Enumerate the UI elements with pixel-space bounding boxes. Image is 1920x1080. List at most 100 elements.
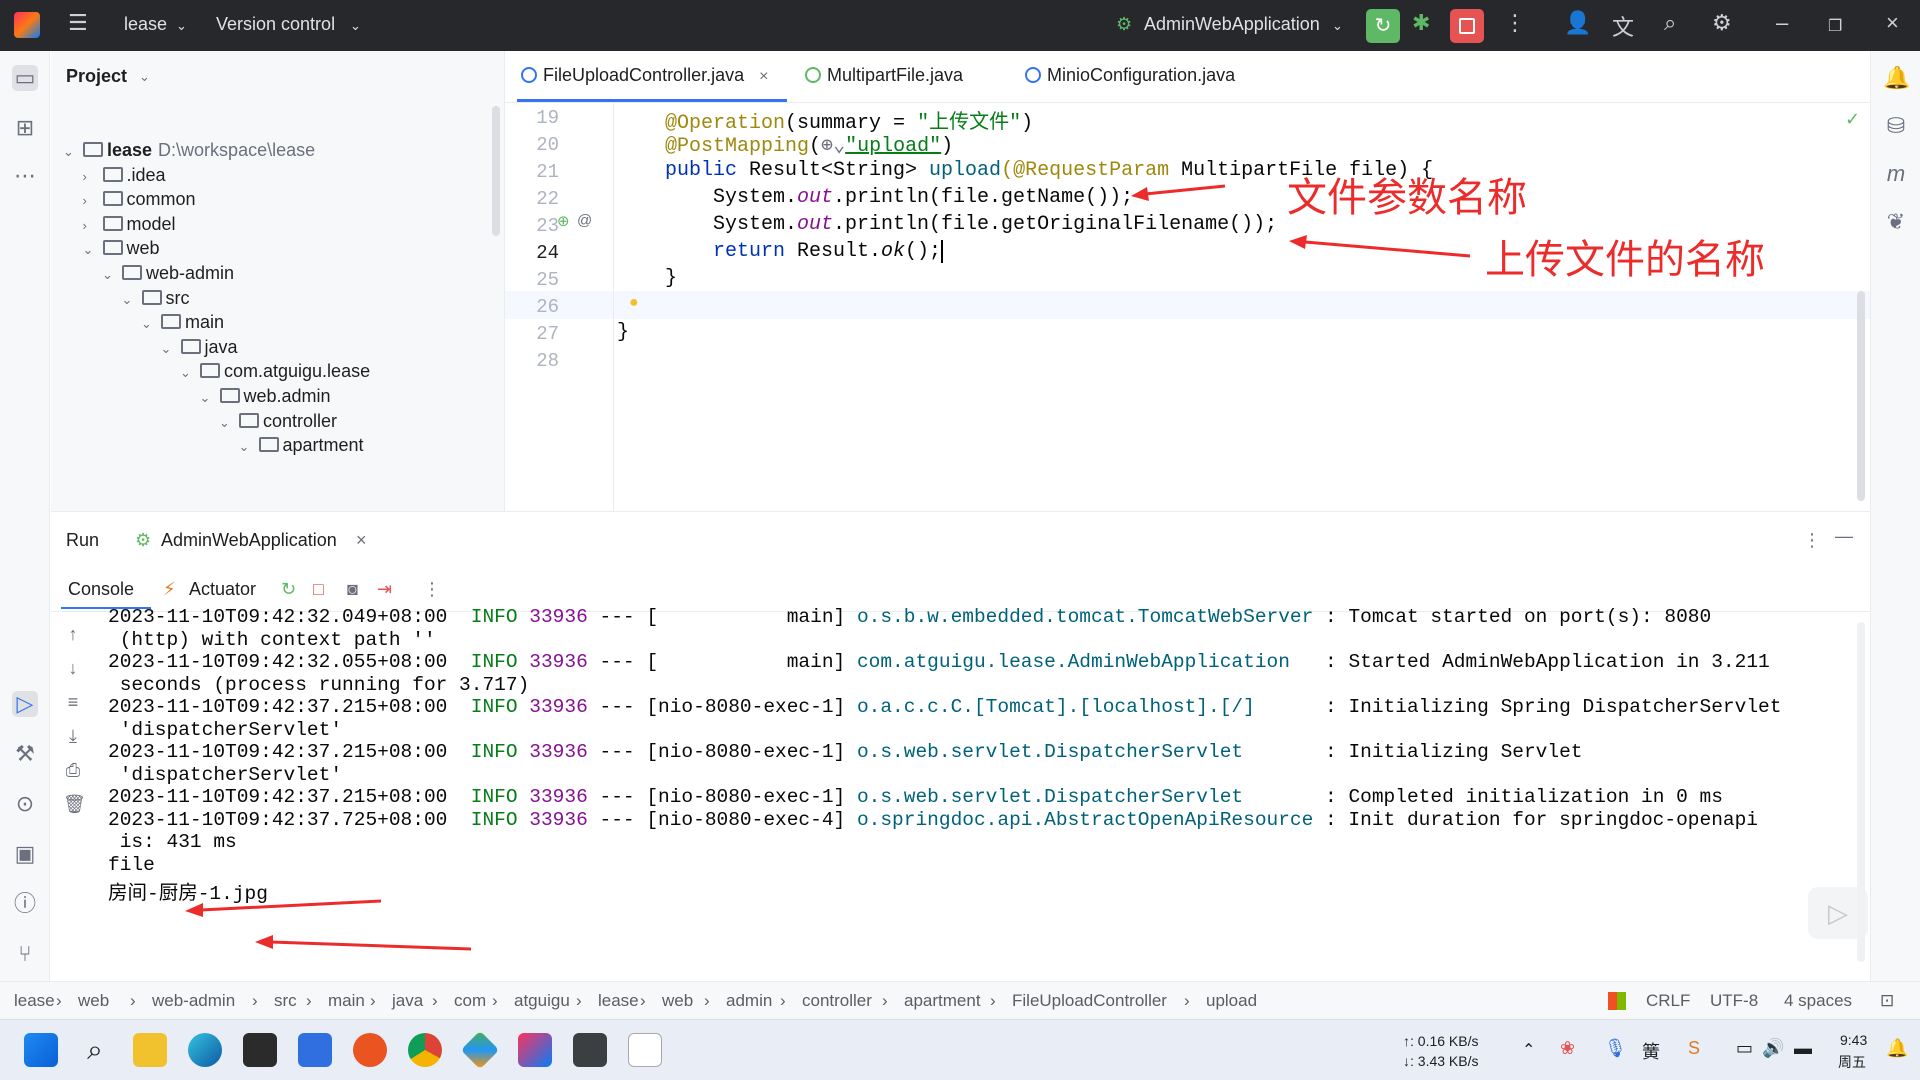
run-tool-icon[interactable]: ▷ (12, 691, 38, 717)
run-config-selector[interactable]: AdminWebApplication (1144, 14, 1320, 35)
indent-setting[interactable]: 4 spaces (1784, 991, 1852, 1011)
breadcrumb-item[interactable]: controller (802, 991, 872, 1011)
tray-app-icon[interactable]: S (1688, 1038, 1700, 1059)
breadcrumb-item[interactable]: web (78, 991, 109, 1011)
minimize-window-icon[interactable]: – (1776, 10, 1788, 36)
notifications-bell-icon[interactable]: 🔔 (1883, 65, 1910, 91)
title-bar: ☰ lease ⌄ Version control ⌄ ⚙ AdminWebAp… (0, 0, 1920, 51)
volume-icon[interactable]: 🔊 (1762, 1038, 1784, 1059)
tree-scrollbar[interactable] (492, 106, 500, 236)
chevron-down-icon[interactable]: ⌄ (102, 267, 118, 283)
clock-weekday[interactable]: 周五 (1838, 1052, 1866, 1072)
lock-icon[interactable]: ⊡ (1880, 991, 1894, 1011)
maven-icon[interactable]: m (1883, 161, 1909, 187)
chevron-down-icon[interactable]: ⌄ (219, 415, 235, 431)
file-encoding[interactable]: UTF-8 (1710, 991, 1758, 1011)
tray-app-icon[interactable]: ❀ (1560, 1038, 1575, 1059)
search-icon[interactable]: ⌕ (78, 1033, 112, 1067)
chevron-down-icon[interactable]: ⌄ (180, 365, 196, 381)
more-actions-icon[interactable]: ⋮ (1504, 10, 1526, 36)
no-problems-check-icon[interactable]: ✓ (1845, 109, 1860, 130)
chevron-right-icon[interactable]: › (83, 193, 99, 208)
folder-icon (219, 388, 240, 403)
project-switcher[interactable]: lease (124, 14, 167, 35)
file-explorer-icon[interactable] (133, 1033, 167, 1067)
breadcrumb-item[interactable]: atguigu (514, 991, 570, 1011)
breadcrumb-item[interactable]: apartment (904, 991, 981, 1011)
breadcrumb-item[interactable]: web-admin (152, 991, 235, 1011)
editor-scrollbar[interactable] (1857, 291, 1865, 501)
battery-icon[interactable]: ▬ (1794, 1038, 1812, 1059)
breadcrumb-item[interactable]: upload (1206, 991, 1257, 1011)
breadcrumb-item[interactable]: java (392, 991, 423, 1011)
chrome-icon[interactable] (408, 1033, 442, 1067)
git-icon[interactable]: ⑂ (12, 941, 38, 967)
terminal-icon[interactable]: ▣ (12, 841, 38, 867)
display-icon[interactable]: ▭ (1736, 1038, 1753, 1059)
breadcrumb-item[interactable]: src (274, 991, 297, 1011)
windows-start-icon[interactable] (24, 1033, 58, 1067)
notification-center-icon[interactable]: 🔔 (1886, 1038, 1908, 1059)
chevron-right-icon: › (432, 991, 438, 1010)
chevron-down-icon[interactable]: ⌄ (83, 242, 99, 258)
tray-chevron-up-icon[interactable]: ⌃ (1522, 1040, 1535, 1060)
intellij-app-icon[interactable] (518, 1033, 552, 1067)
restore-window-icon[interactable]: ❐ (1828, 16, 1842, 36)
version-control-menu[interactable]: Version control (216, 14, 335, 35)
database-icon[interactable]: ⛁ (1883, 113, 1909, 139)
breadcrumb-item[interactable]: admin (726, 991, 772, 1011)
gear-icon[interactable]: ⚙ (1712, 10, 1732, 36)
ime-icon[interactable]: 簧 (1642, 1038, 1660, 1064)
more-tools-icon[interactable]: ⋯ (12, 163, 38, 189)
ubuntu-icon[interactable] (353, 1033, 387, 1067)
project-panel-title[interactable]: Project (66, 66, 127, 87)
chevron-down-icon[interactable]: ⌄ (239, 439, 255, 455)
chevron-down-icon[interactable]: ⌄ (161, 341, 177, 357)
main-menu-icon[interactable]: ☰ (68, 10, 88, 36)
sublime-icon[interactable] (573, 1033, 607, 1067)
close-window-icon[interactable]: × (1886, 10, 1899, 36)
build-hammer-icon[interactable]: ⚒ (12, 741, 38, 767)
more-options-icon[interactable]: ⋮ (1803, 530, 1821, 551)
chevron-down-icon[interactable]: ⌄ (141, 316, 157, 332)
clock-time[interactable]: 9:43 (1840, 1032, 1867, 1048)
chevron-right-icon[interactable]: › (83, 218, 99, 233)
rerun-button[interactable]: ↻ (1366, 9, 1400, 43)
store-icon[interactable] (298, 1033, 332, 1067)
intellij-logo-icon[interactable] (14, 12, 40, 38)
edge-browser-icon[interactable] (188, 1033, 222, 1067)
minimize-panel-icon[interactable]: — (1835, 526, 1853, 547)
tree-item[interactable]: ⌄ apartment (239, 435, 364, 463)
project-folder-icon[interactable]: ▭ (12, 65, 38, 91)
chevron-down-icon[interactable]: ⌄ (122, 292, 138, 308)
line-separator[interactable]: CRLF (1646, 991, 1690, 1011)
stop-button[interactable] (1450, 9, 1484, 43)
annotation-arrows (185, 899, 472, 951)
tree-item-label: model (126, 213, 176, 234)
breadcrumb-item[interactable]: lease (598, 991, 639, 1011)
microphone-icon[interactable]: 🎙 (1604, 1038, 1627, 1059)
breadcrumb-item[interactable]: lease (14, 991, 55, 1011)
chevron-down-icon[interactable]: ⌄ (63, 144, 79, 160)
translate-icon[interactable]: 文 (1612, 10, 1634, 42)
chevron-down-icon[interactable]: ⌄ (139, 69, 150, 85)
structure-icon[interactable]: ⊞ (12, 115, 38, 141)
typora-icon[interactable] (628, 1033, 662, 1067)
plugin-leaf-icon[interactable]: ❦ (1883, 209, 1909, 235)
console-scrollbar[interactable] (1857, 622, 1865, 962)
chevron-right-icon[interactable]: › (83, 169, 99, 184)
app-diamond-icon[interactable] (460, 1030, 500, 1070)
breadcrumb-item[interactable]: FileUploadController (1012, 991, 1167, 1011)
chevron-down-icon[interactable]: ⌄ (200, 390, 216, 406)
add-user-icon[interactable]: 👤 (1564, 10, 1591, 36)
problems-icon[interactable]: ⓘ (12, 891, 38, 917)
breadcrumb-item[interactable]: com (454, 991, 486, 1011)
debug-icon[interactable]: ✱ (1412, 10, 1430, 36)
tree-item-label: java (204, 336, 238, 357)
services-icon[interactable]: ⊙ (12, 791, 38, 817)
network-download-speed: ↓: 3.43 KB/s (1403, 1053, 1479, 1069)
terminal-app-icon[interactable] (243, 1033, 277, 1067)
search-icon[interactable]: ⌕ (1664, 10, 1676, 36)
breadcrumb-item[interactable]: web (662, 991, 693, 1011)
breadcrumb-item[interactable]: main (328, 991, 365, 1011)
